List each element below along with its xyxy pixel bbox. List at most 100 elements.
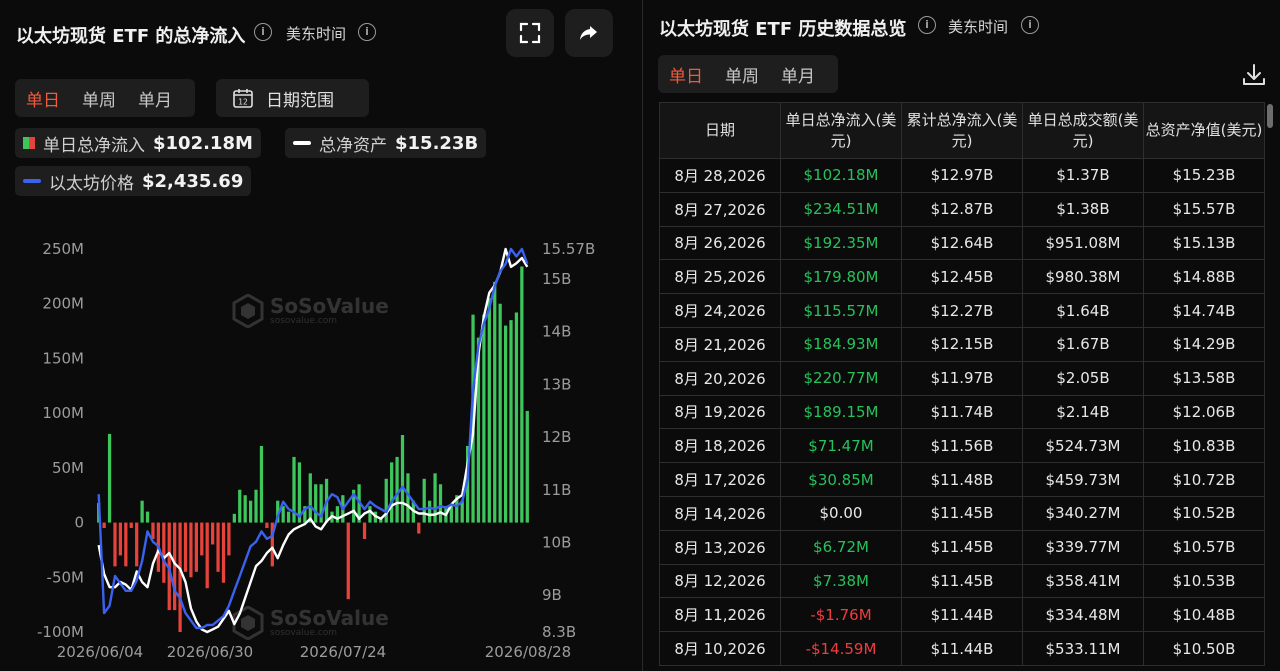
- table-row[interactable]: 8月 18,2026 $71.47M $11.56B $524.73M $10.83B: [659, 428, 1265, 464]
- cell-daily-volume: $340.27M: [1022, 495, 1144, 531]
- inflow-bar: [482, 314, 486, 523]
- y-left-tick-label: -100M: [37, 623, 84, 641]
- table-row[interactable]: 8月 17,2026 $30.85M $11.48B $459.73M $10.72B: [659, 462, 1265, 497]
- y-left-tick-label: 50M: [52, 459, 84, 477]
- col-date[interactable]: 日期: [659, 102, 781, 159]
- legend-net-assets-label: 总净资产: [319, 135, 387, 156]
- tab-weekly[interactable]: 单周: [71, 86, 127, 111]
- inflow-bar: [238, 489, 242, 523]
- cell-daily-net-inflow: $220.77M: [780, 360, 902, 396]
- cell-daily-net-inflow: $6.72M: [780, 529, 902, 565]
- cell-daily-volume: $459.73M: [1022, 462, 1144, 497]
- col-total-net-assets[interactable]: 总资产净值(美元): [1143, 102, 1265, 159]
- outflow-bar: [189, 522, 193, 578]
- legend-net-inflow[interactable]: 单日总净流入 $102.18M: [15, 128, 261, 158]
- y-right-tick-label: 15.57B: [542, 240, 595, 258]
- y-right-tick-label: 9B: [542, 586, 562, 604]
- cell-cumulative-net-inflow: $11.45B: [901, 495, 1023, 531]
- legend-net-inflow-label: 单日总净流入: [43, 135, 145, 156]
- table-row[interactable]: 8月 24,2026 $115.57M $12.27B $1.64B $14.74B: [659, 293, 1265, 328]
- fullscreen-button[interactable]: [506, 9, 554, 57]
- cell-cumulative-net-inflow: $11.56B: [901, 428, 1023, 464]
- table-row[interactable]: 8月 14,2026 $0.00 $11.45B $340.27M $10.52B: [659, 495, 1265, 531]
- tab-monthly[interactable]: 单月: [770, 62, 826, 87]
- table-row[interactable]: 8月 19,2026 $189.15M $11.74B $2.14B $12.06B: [659, 394, 1265, 430]
- y-left-tick-label: 150M: [42, 349, 84, 367]
- cell-total-net-assets: $10.48B: [1143, 597, 1265, 633]
- legend-net-assets-value: $15.23B: [395, 132, 479, 154]
- history-title: 以太坊现货 ETF 历史数据总览: [659, 19, 907, 40]
- date-range-label: 日期范围: [266, 90, 334, 111]
- legend-net-inflow-value: $102.18M: [153, 132, 253, 154]
- cell-total-net-assets: $15.13B: [1143, 225, 1265, 261]
- outflow-bar: [113, 522, 117, 567]
- cell-cumulative-net-inflow: $12.27B: [901, 293, 1023, 328]
- outflow-bar: [124, 522, 128, 567]
- cell-cumulative-net-inflow: $12.97B: [901, 158, 1023, 193]
- share-button[interactable]: [565, 9, 613, 57]
- tab-daily[interactable]: 单日: [15, 86, 71, 111]
- period-tabs: 单日 单周 单月: [15, 79, 195, 117]
- inflow-bar: [390, 462, 394, 523]
- info-icon[interactable]: i: [358, 23, 376, 41]
- table-row[interactable]: 8月 28,2026 $102.18M $12.97B $1.37B $15.23B: [659, 158, 1265, 193]
- cell-total-net-assets: $12.06B: [1143, 394, 1265, 430]
- inflow-bar: [498, 303, 502, 523]
- inflow-bar: [259, 445, 264, 523]
- tab-monthly[interactable]: 单月: [127, 86, 183, 111]
- cell-cumulative-net-inflow: $11.45B: [901, 529, 1023, 565]
- cell-cumulative-net-inflow: $11.74B: [901, 394, 1023, 430]
- cell-cumulative-net-inflow: $11.44B: [901, 597, 1023, 633]
- download-icon[interactable]: [1241, 62, 1267, 88]
- inflow-bar: [520, 266, 524, 523]
- y-right-tick-label: 14B: [542, 323, 571, 341]
- info-icon[interactable]: i: [254, 23, 272, 41]
- cell-total-net-assets: $10.57B: [1143, 529, 1265, 565]
- legend-net-assets[interactable]: 总净资产 $15.23B: [285, 128, 487, 158]
- col-cumulative-net-inflow[interactable]: 累计总净流入(美元): [901, 102, 1023, 159]
- info-icon[interactable]: i: [1021, 16, 1039, 34]
- info-icon[interactable]: i: [918, 16, 936, 34]
- timezone-label: 美东时间: [948, 18, 1009, 36]
- cell-date: 8月 10,2026: [659, 631, 781, 666]
- table-row[interactable]: 8月 21,2026 $184.93M $12.15B $1.67B $14.29B: [659, 326, 1265, 362]
- cell-cumulative-net-inflow: $12.64B: [901, 225, 1023, 261]
- x-tick-label: 2026/08/28: [485, 643, 571, 661]
- outflow-bar: [118, 522, 123, 556]
- date-range-button[interactable]: 12 日期范围: [216, 79, 369, 117]
- table-scrollbar[interactable]: [1267, 104, 1273, 128]
- cell-daily-volume: $1.67B: [1022, 326, 1144, 362]
- outflow-bar: [362, 522, 367, 539]
- cell-daily-volume: $980.38M: [1022, 259, 1144, 295]
- cell-total-net-assets: $10.50B: [1143, 631, 1265, 666]
- cell-daily-net-inflow: $184.93M: [780, 326, 902, 362]
- table-row[interactable]: 8月 12,2026 $7.38M $11.45B $358.41M $10.53B: [659, 563, 1265, 599]
- col-daily-net-inflow[interactable]: 单日总净流入(美元): [780, 102, 902, 159]
- outflow-bar: [135, 522, 139, 567]
- net-inflow-panel: 以太坊现货 ETF 的总净流入 i 美东时间 i 单日 单周 单月 12 日期范…: [0, 0, 640, 671]
- col-daily-volume[interactable]: 单日总成交额(美元): [1022, 102, 1144, 159]
- table-row[interactable]: 8月 20,2026 $220.77M $11.97B $2.05B $13.58B: [659, 360, 1265, 396]
- y-left-tick-label: 0: [74, 514, 84, 532]
- tab-weekly[interactable]: 单周: [714, 62, 770, 87]
- y-right-tick-label: 10B: [542, 533, 571, 551]
- cell-date: 8月 19,2026: [659, 394, 781, 430]
- legend-eth-price-value: $2,435.69: [142, 170, 244, 192]
- cell-date: 8月 11,2026: [659, 597, 781, 633]
- table-row[interactable]: 8月 13,2026 $6.72M $11.45B $339.77M $10.57B: [659, 529, 1265, 565]
- table-row[interactable]: 8月 27,2026 $234.51M $12.87B $1.38B $15.57B: [659, 191, 1265, 227]
- table-row[interactable]: 8月 25,2026 $179.80M $12.45B $980.38M $14.88B: [659, 259, 1265, 295]
- cell-daily-volume: $339.77M: [1022, 529, 1144, 565]
- y-right-tick-label: 11B: [542, 481, 571, 499]
- inflow-bar: [406, 473, 410, 523]
- cell-date: 8月 20,2026: [659, 360, 781, 396]
- table-row[interactable]: 8月 10,2026 -$14.59M $11.44B $533.11M $10.50B: [659, 631, 1265, 666]
- tab-daily[interactable]: 单日: [658, 62, 714, 87]
- cell-cumulative-net-inflow: $11.45B: [901, 563, 1023, 599]
- cell-date: 8月 17,2026: [659, 462, 781, 497]
- legend-eth-price[interactable]: 以太坊价格 $2,435.69: [15, 166, 252, 196]
- table-row[interactable]: 8月 26,2026 $192.35M $12.64B $951.08M $15.13B: [659, 225, 1265, 261]
- y-left-tick-label: 200M: [42, 295, 84, 313]
- table-row[interactable]: 8月 11,2026 -$1.76M $11.44B $334.48M $10.48B: [659, 597, 1265, 633]
- cell-daily-net-inflow: $234.51M: [780, 191, 902, 227]
